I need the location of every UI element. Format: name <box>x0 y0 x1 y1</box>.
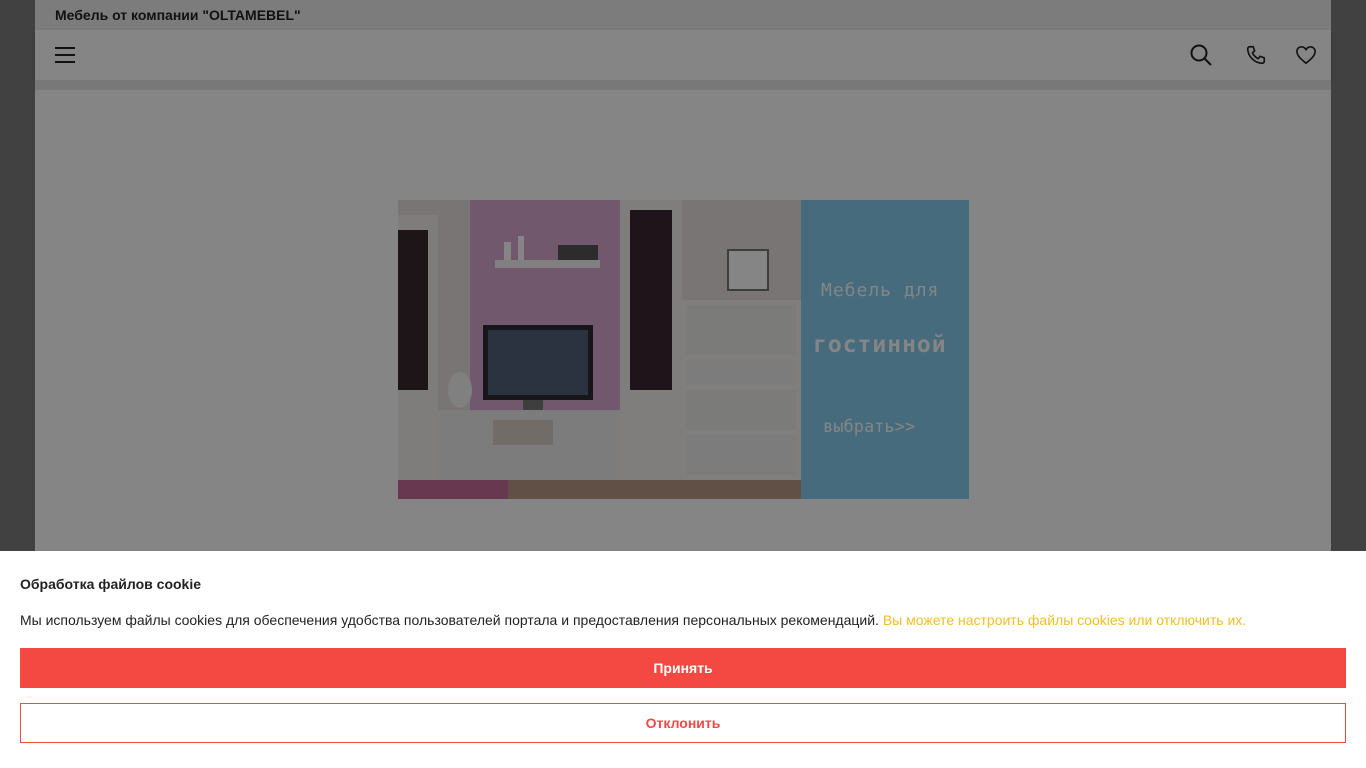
cookie-settings-link[interactable]: Вы можете настроить файлы cookies или от… <box>883 612 1246 628</box>
cookie-description: Мы используем файлы cookies для обеспече… <box>20 612 879 628</box>
accept-button[interactable]: Принять <box>20 648 1346 688</box>
cookie-text: Мы используем файлы cookies для обеспече… <box>20 612 1246 628</box>
cookie-banner: Обработка файлов cookie Мы используем фа… <box>0 551 1366 768</box>
cookie-title: Обработка файлов cookie <box>20 576 202 592</box>
reject-button[interactable]: Отклонить <box>20 703 1346 743</box>
